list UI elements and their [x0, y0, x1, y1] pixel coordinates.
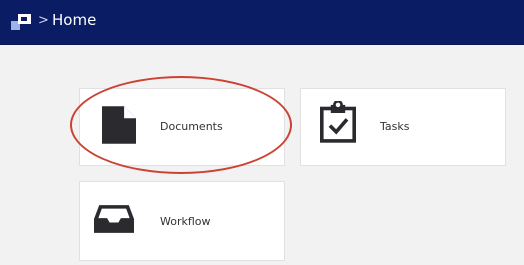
documents-tile[interactable]: Documents — [79, 88, 285, 166]
tasks-tile[interactable]: Tasks — [300, 88, 506, 166]
app-window: > Home Documents Tasks Workflow — [0, 0, 524, 265]
documents-label: Documents — [160, 120, 223, 133]
workflow-tile[interactable]: Workflow — [79, 181, 285, 261]
app-logo-icon[interactable] — [11, 14, 31, 30]
tasks-label: Tasks — [380, 120, 410, 133]
breadcrumb-home[interactable]: Home — [52, 11, 96, 29]
top-bar: > Home — [0, 0, 524, 45]
clipboard-check-icon — [320, 101, 356, 143]
document-icon — [102, 106, 136, 144]
breadcrumb-separator: > — [38, 13, 49, 28]
inbox-tray-icon — [94, 205, 134, 233]
workflow-label: Workflow — [160, 215, 211, 228]
